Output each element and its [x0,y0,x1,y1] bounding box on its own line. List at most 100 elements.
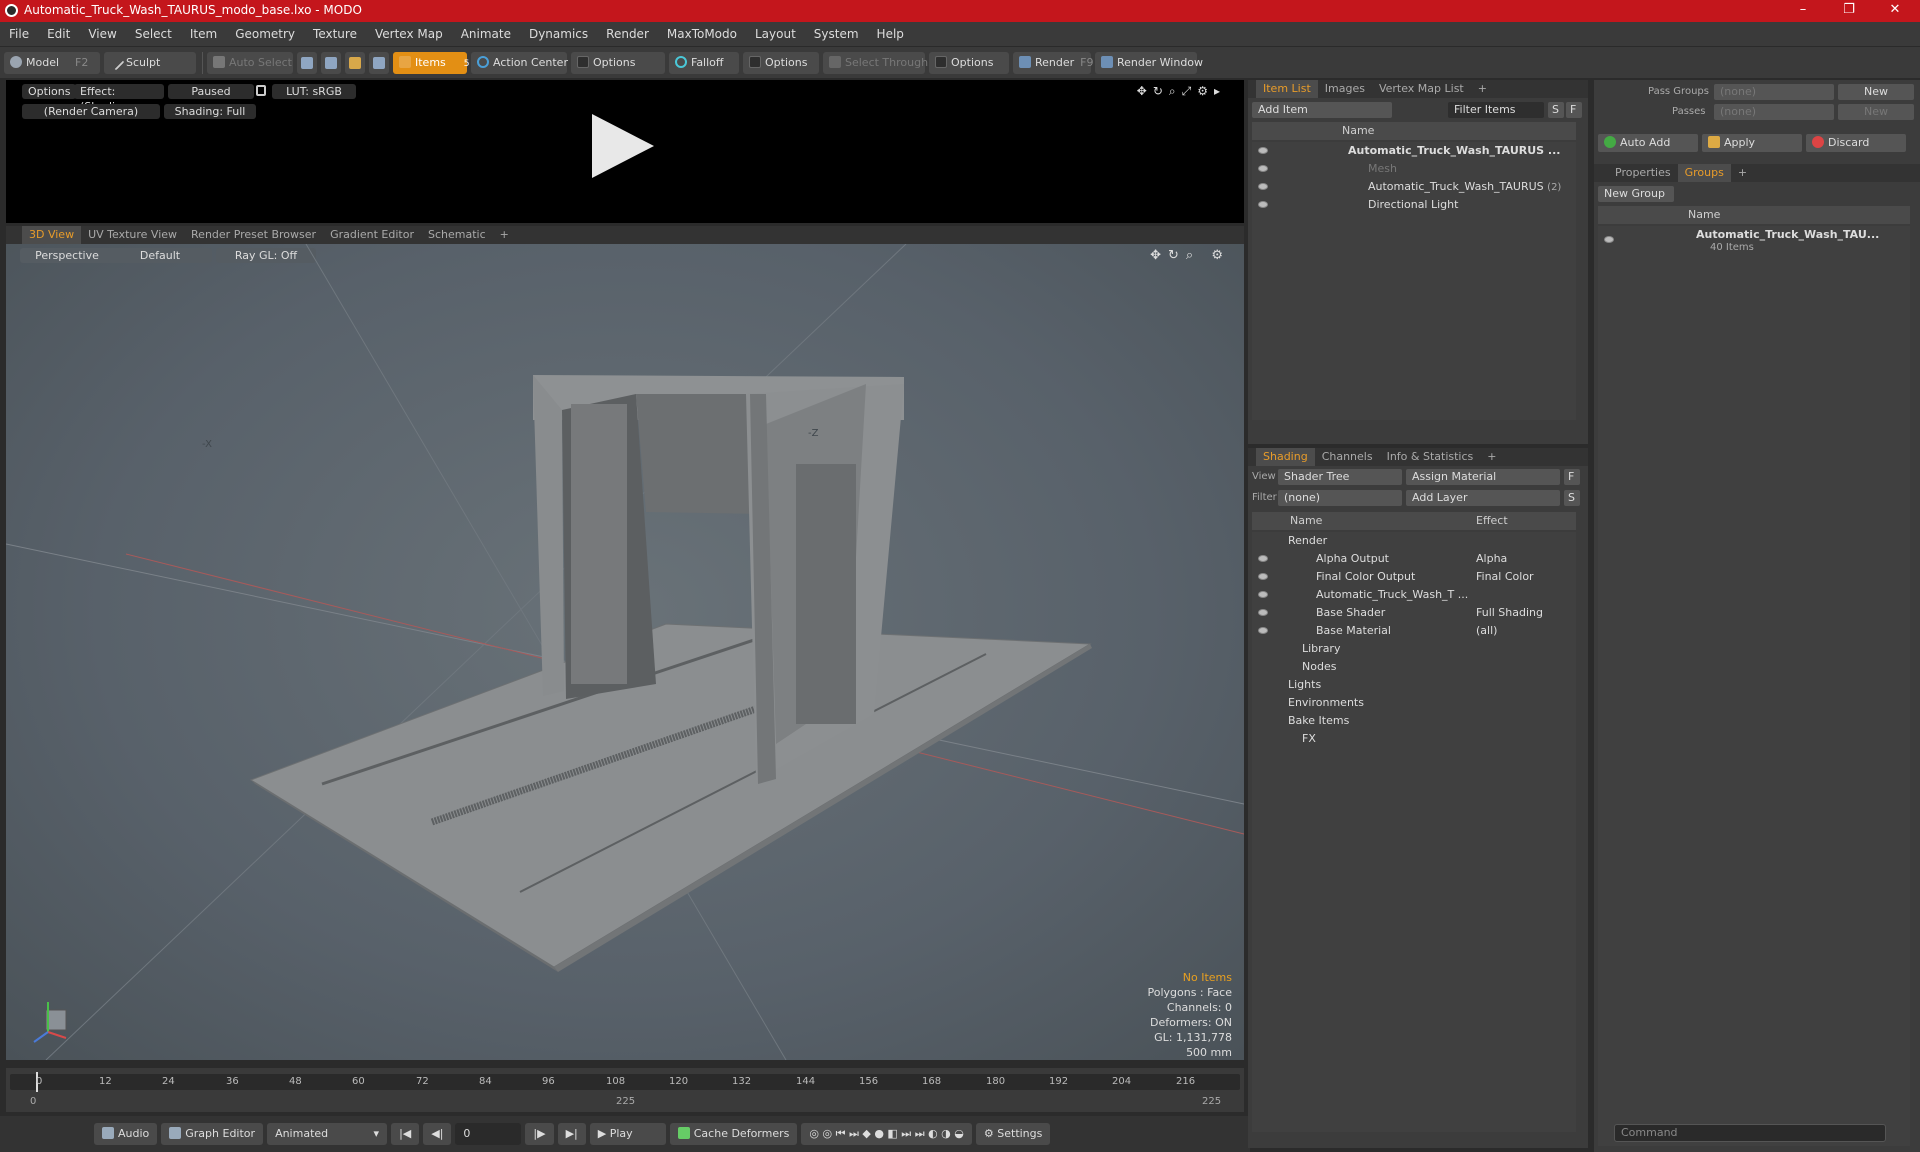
shader-tree-row[interactable]: Nodes [1252,658,1576,676]
menu-layout[interactable]: Layout [746,22,805,46]
shader-row-effect[interactable]: (all) [1476,622,1497,640]
shader-tree-row[interactable]: Environments [1252,694,1576,712]
menu-maxtomodo[interactable]: MaxToModo [658,22,746,46]
add-item-dropdown[interactable]: Add Item [1252,102,1392,118]
shader-tree-row[interactable]: FX [1252,730,1576,748]
shader-tree-row[interactable]: Alpha Output Alpha [1252,550,1576,568]
shader-row-effect[interactable]: Final Color [1476,568,1534,586]
menu-item[interactable]: Item [181,22,226,46]
menu-texture[interactable]: Texture [304,22,366,46]
shader-tree-row[interactable]: Base Shader Full Shading [1252,604,1576,622]
falloff-button[interactable]: Falloff [669,51,739,74]
tree-row[interactable]: Mesh [1252,160,1576,178]
pass-groups-dropdown[interactable]: (none) [1714,84,1834,100]
shader-row-effect[interactable]: Full Shading [1476,604,1543,622]
filter-items-input[interactable]: Filter Items [1448,102,1544,118]
options-button-3[interactable]: Options [929,51,1009,74]
tree-row[interactable]: Directional Light [1252,196,1576,214]
cache-deformers-button[interactable]: Cache Deformers [669,1123,798,1145]
menu-edit[interactable]: Edit [38,22,79,46]
auto-select-button[interactable]: Auto Select [207,51,293,74]
play-icon[interactable] [592,114,654,178]
vertices-mode-button[interactable] [297,51,317,74]
menu-geometry[interactable]: Geometry [226,22,304,46]
shader-tree-row[interactable]: Final Color Output Final Color [1252,568,1576,586]
tab-gradient-editor[interactable]: Gradient Editor [323,226,421,244]
close-button[interactable]: ✕ [1872,0,1918,22]
add-tab-button[interactable]: + [1731,164,1754,182]
preview-effect-dropdown[interactable]: Effect: (Shadi... [74,84,164,113]
group-name[interactable]: Automatic_Truck_Wash_TAU... [1696,228,1879,241]
filter-dropdown[interactable]: (none) [1278,490,1402,506]
command-input[interactable]: Command [1614,1124,1886,1142]
eye-icon[interactable] [1258,573,1268,580]
shader-row-effect[interactable]: Alpha [1476,550,1507,568]
tab-info-statistics[interactable]: Info & Statistics [1380,448,1481,466]
menu-dynamics[interactable]: Dynamics [520,22,597,46]
tab-channels[interactable]: Channels [1315,448,1380,466]
model-mode-button[interactable]: Model F2 [4,51,100,74]
eye-icon[interactable] [1258,609,1268,616]
sculpt-mode-button[interactable]: Sculpt [104,51,196,74]
passes-dropdown[interactable]: (none) [1714,104,1834,120]
minimize-button[interactable]: – [1780,0,1826,22]
discard-button[interactable]: Discard [1806,134,1906,152]
preview-nav-icons[interactable]: ✥↻⌕⤢⚙▸ [1137,84,1226,99]
tab-properties[interactable]: Properties [1608,164,1678,182]
shader-tree-row[interactable]: Bake Items [1252,712,1576,730]
3d-viewport[interactable]: Perspective Default Ray GL: Off ✥↻⌕ ⚙ -X… [6,244,1244,1060]
tab-uv-texture-view[interactable]: UV Texture View [81,226,184,244]
preview-options-button[interactable]: Options [22,84,77,99]
tab-schematic[interactable]: Schematic [421,226,493,244]
tab-item-list[interactable]: Item List [1256,80,1318,98]
frame-input[interactable]: 0 [455,1123,522,1145]
next-key-button[interactable]: |▶ [525,1123,554,1145]
timeline[interactable]: 0 12 24 36 48 60 72 84 96 108 120 132 14… [6,1068,1244,1112]
new-group-button[interactable]: New Group [1598,186,1674,202]
render-window-button[interactable]: Render Window [1095,51,1203,74]
tab-vertex-map-list[interactable]: Vertex Map List [1372,80,1471,98]
options-button-2[interactable]: Options [743,51,819,74]
col-effect-header[interactable]: Effect [1476,512,1508,530]
menu-file[interactable]: File [0,22,38,46]
f-button[interactable]: F [1566,102,1582,118]
add-tab-button[interactable]: + [1471,80,1494,98]
add-tab-button[interactable]: + [493,226,516,244]
select-through-button[interactable]: Select Through [823,51,928,74]
view-dropdown[interactable]: Shader Tree [1278,469,1402,485]
eye-icon[interactable] [1258,591,1268,598]
eye-icon[interactable] [1258,201,1268,208]
auto-add-button[interactable]: Auto Add [1598,134,1698,152]
tab-render-preset-browser[interactable]: Render Preset Browser [184,226,323,244]
eye-icon[interactable] [1258,147,1268,154]
add-layer-dropdown[interactable]: Add Layer [1406,490,1560,506]
items-mode-button[interactable]: Items 5 [393,51,470,74]
render-button[interactable]: Render F9 [1013,51,1094,74]
new-pass-group-button[interactable]: New [1838,84,1914,100]
materials-mode-button[interactable] [369,51,389,74]
polygons-mode-button[interactable] [345,51,365,74]
animated-dropdown[interactable]: Animated ▾ [267,1123,388,1145]
shader-tree-row[interactable]: Lights [1252,676,1576,694]
eye-icon[interactable] [1258,183,1268,190]
menu-select[interactable]: Select [126,22,181,46]
eye-icon[interactable] [1258,165,1268,172]
camera-dropdown[interactable]: (Render Camera) [22,104,160,119]
eye-icon[interactable] [1604,236,1614,243]
menu-vertex-map[interactable]: Vertex Map [366,22,452,46]
menu-view[interactable]: View [79,22,125,46]
add-tab-button[interactable]: + [1480,448,1503,466]
key-tools[interactable]: ◎ ◎ ⏮ ⏭ ◆ ● ◧ ⏭ ⏭ ◐ ◑ ◒ [801,1123,972,1145]
eye-icon[interactable] [1258,555,1268,562]
groups-name-header[interactable]: Name [1598,206,1910,224]
audio-button[interactable]: Audio [94,1123,158,1145]
shading-dropdown[interactable]: Shading: Full [164,104,256,119]
shader-tree-row[interactable]: Automatic_Truck_Wash_T ... [1252,586,1576,604]
go-end-button[interactable]: ▶| [557,1123,586,1145]
col-name-header[interactable]: Name [1290,512,1322,530]
graph-editor-button[interactable]: Graph Editor [161,1123,264,1145]
s-button[interactable]: S [1548,102,1564,118]
s-button[interactable]: S [1564,490,1580,506]
menu-animate[interactable]: Animate [452,22,520,46]
settings-button[interactable]: ⚙ Settings [975,1123,1051,1145]
